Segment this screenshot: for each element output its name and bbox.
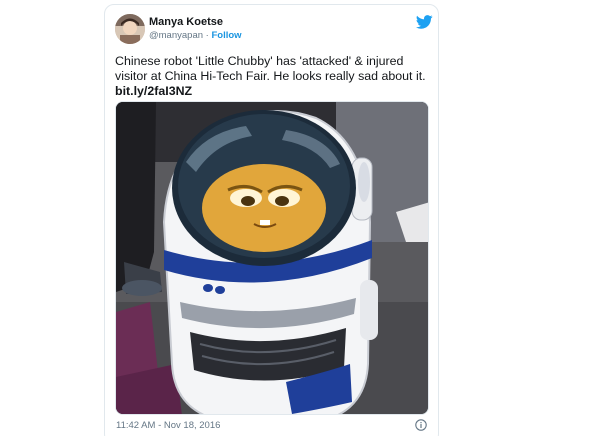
avatar-image xyxy=(115,14,145,44)
tweet-timestamp[interactable]: 11:42 AM - Nov 18, 2016 xyxy=(116,420,220,431)
author-handle[interactable]: @manyapan xyxy=(149,30,203,41)
tweet-media[interactable] xyxy=(115,101,429,415)
follow-link[interactable]: Follow xyxy=(211,30,241,41)
tweet-card: Manya Koetse @manyapan · Follow Chinese … xyxy=(104,4,439,436)
twitter-bird-icon[interactable] xyxy=(416,15,433,29)
avatar[interactable] xyxy=(115,14,145,44)
tweet-text: Chinese robot 'Little Chubby' has 'attac… xyxy=(115,54,426,83)
info-icon[interactable] xyxy=(415,419,427,431)
handle-row: @manyapan · Follow xyxy=(149,30,242,41)
tweet-link[interactable]: bit.ly/2faI3NZ xyxy=(115,84,192,98)
author-name[interactable]: Manya Koetse xyxy=(149,16,223,28)
robot-photo xyxy=(116,102,428,414)
